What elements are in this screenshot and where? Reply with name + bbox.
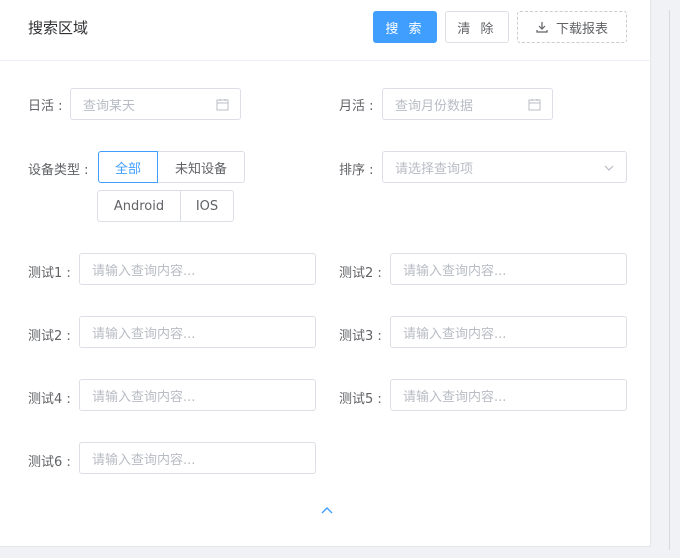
monthly-placeholder: 查询月份数据 <box>395 98 474 114</box>
device-option-all[interactable]: 全部 <box>98 151 158 183</box>
daily-label: 日活 : <box>28 99 63 114</box>
test2-label: 测试2 : <box>339 266 382 281</box>
test4-placeholder: 请输入查询内容... <box>92 389 196 405</box>
calendar-icon <box>216 99 229 111</box>
monthly-label: 月活 : <box>339 99 374 114</box>
test2b-label: 测试2 : <box>28 329 71 344</box>
panel-header: 搜索区域 搜 索 清 除 下载报表 <box>0 0 651 61</box>
device-type-label: 设备类型 : <box>28 163 89 178</box>
sort-select[interactable]: 请选择查询项 <box>382 151 627 183</box>
daily-date-picker[interactable]: 查询某天 <box>70 88 241 120</box>
test6-label: 测试6 : <box>28 455 71 470</box>
device-option-unknown[interactable]: 未知设备 <box>157 151 245 183</box>
test2-input[interactable]: 请输入查询内容... <box>390 253 627 285</box>
download-report-label: 下载报表 <box>555 21 608 37</box>
test1-label: 测试1 : <box>28 266 71 281</box>
device-option-android[interactable]: Android <box>97 190 181 222</box>
calendar-icon <box>528 99 541 111</box>
sort-placeholder: 请选择查询项 <box>395 161 474 177</box>
test2b-input[interactable]: 请输入查询内容... <box>79 316 316 348</box>
device-option-ios[interactable]: IOS <box>180 190 234 222</box>
search-button[interactable]: 搜 索 <box>373 11 437 43</box>
download-icon <box>536 22 548 33</box>
test5-placeholder: 请输入查询内容... <box>403 389 507 405</box>
monthly-date-picker[interactable]: 查询月份数据 <box>382 88 553 120</box>
test4-label: 测试4 : <box>28 392 71 407</box>
chevron-down-icon <box>604 165 614 171</box>
test1-input[interactable]: 请输入查询内容... <box>79 253 316 285</box>
clear-button[interactable]: 清 除 <box>445 11 509 43</box>
download-report-button[interactable]: 下载报表 <box>517 11 627 43</box>
test3-label: 测试3 : <box>339 329 382 344</box>
test4-input[interactable]: 请输入查询内容... <box>79 379 316 411</box>
test3-input[interactable]: 请输入查询内容... <box>390 316 627 348</box>
test5-label: 测试5 : <box>339 392 382 407</box>
scrollbar-thumb[interactable] <box>669 10 676 550</box>
sort-label: 排序 : <box>339 163 374 178</box>
test2b-placeholder: 请输入查询内容... <box>92 326 196 342</box>
test5-input[interactable]: 请输入查询内容... <box>390 379 627 411</box>
test1-placeholder: 请输入查询内容... <box>92 263 196 279</box>
panel-title: 搜索区域 <box>28 19 89 37</box>
search-panel: 搜索区域 搜 索 清 除 下载报表 日活 : 查询某天 月活 : 查询月份数据 … <box>0 0 651 547</box>
daily-placeholder: 查询某天 <box>83 98 136 114</box>
chevron-up-icon[interactable] <box>320 504 334 518</box>
test2-placeholder: 请输入查询内容... <box>403 263 507 279</box>
test6-input[interactable]: 请输入查询内容... <box>79 442 316 474</box>
test3-placeholder: 请输入查询内容... <box>403 326 507 342</box>
test6-placeholder: 请输入查询内容... <box>92 452 196 468</box>
